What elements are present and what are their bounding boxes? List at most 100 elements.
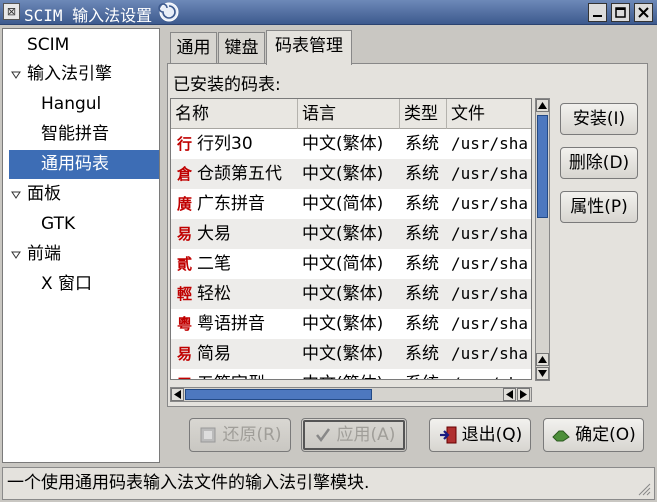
cell-type: 系统	[405, 314, 439, 334]
restore-label: 还原(R)	[222, 425, 282, 445]
scroll-left-icon[interactable]	[171, 388, 184, 401]
window-menu-icon[interactable]: ⊠	[3, 3, 20, 20]
table-icon: 輕	[177, 285, 193, 303]
tree-item-gtk[interactable]: GTK	[41, 210, 75, 239]
installed-tables-label: 已安装的码表:	[173, 75, 281, 95]
cell-file: /usr/sha	[451, 314, 529, 333]
table-icon: 易	[177, 225, 193, 243]
tab-general[interactable]: 通用	[170, 32, 217, 64]
table-icon: 廣	[177, 195, 193, 213]
horizontal-scrollbar[interactable]	[170, 387, 532, 402]
cell-name: 粤语拼音	[197, 314, 265, 334]
cell-language: 中文(繁体)	[302, 284, 384, 304]
table-row[interactable]: 易大易 中文(繁体) 系统/usr/sha	[171, 219, 531, 249]
tree-item-hangul[interactable]: Hangul	[41, 90, 101, 119]
column-header-type[interactable]: 类型	[400, 99, 447, 129]
cell-language: 中文(简体)	[302, 254, 384, 274]
status-bar: 一个使用通用码表输入法文件的输入法引擎模块.	[2, 467, 655, 500]
tab-table-management[interactable]: 码表管理	[266, 30, 352, 65]
cell-file: /usr/sha	[451, 254, 529, 273]
minimize-button[interactable]	[588, 3, 607, 22]
close-button[interactable]	[634, 3, 653, 22]
table-icon: 貳	[177, 255, 193, 273]
restore-button[interactable]: 还原(R)	[189, 418, 291, 452]
column-header-language[interactable]: 语言	[298, 99, 400, 129]
expander-down-icon[interactable]	[11, 250, 21, 260]
cell-language: 中文(繁体)	[302, 224, 384, 244]
table-row[interactable]: 貳二笔 中文(简体) 系统/usr/sha	[171, 249, 531, 279]
table-row[interactable]: 五五笔字型中文(简体) 系统/usr/sha	[171, 369, 531, 379]
ok-label: 确定(O)	[575, 425, 636, 445]
tree-item-generic-table[interactable]: 通用码表	[9, 150, 159, 179]
checkmark-icon	[313, 425, 333, 445]
revert-icon	[198, 425, 218, 445]
scroll-left-icon[interactable]	[503, 388, 516, 401]
ok-button[interactable]: 确定(O)	[543, 418, 644, 452]
cell-name: 仓颉第五代	[197, 164, 282, 184]
title-bar[interactable]: ⊠ SCIM 输入法设置	[0, 0, 657, 25]
cell-type: 系统	[405, 254, 439, 274]
maximize-button[interactable]	[611, 3, 630, 22]
cell-file: /usr/sha	[451, 224, 529, 243]
scroll-up-icon[interactable]	[536, 353, 549, 366]
cell-language: 中文(简体)	[302, 194, 384, 214]
table-icon: 五	[177, 369, 195, 379]
tree-item-frontend[interactable]: 前端	[27, 240, 61, 269]
table-row[interactable]: 廣广东拼音 中文(简体) 系统/usr/sha	[171, 189, 531, 219]
settings-tree[interactable]: SCIM 输入法引擎 Hangul 智能拼音 通用码表 面板 GTK 前端 X …	[2, 28, 160, 463]
table-row[interactable]: 倉仓颉第五代 中文(繁体) 系统/usr/sha	[171, 159, 531, 189]
tree-item-smart-pinyin[interactable]: 智能拼音	[41, 120, 109, 149]
cell-name: 行列30	[197, 134, 253, 154]
cell-file: /usr/sha	[451, 369, 531, 379]
tables-list[interactable]: 名称 语言 类型 文件 行行列30 中文(繁体) 系统/usr/sha 倉仓颉第五代中…	[170, 98, 532, 380]
delete-button[interactable]: 删除(D)	[560, 147, 638, 179]
cell-language: 中文(繁体)	[302, 134, 384, 154]
window-title: SCIM 输入法设置	[24, 6, 153, 25]
table-icon: 易	[177, 345, 193, 363]
table-row[interactable]: 輕轻松 中文(繁体) 系统/usr/sha	[171, 279, 531, 309]
horizontal-scroll-thumb[interactable]	[185, 389, 372, 400]
vertical-scroll-thumb[interactable]	[537, 115, 548, 218]
scroll-right-icon[interactable]	[517, 388, 530, 401]
table-icon: 行	[177, 135, 193, 153]
resize-grip-icon[interactable]	[635, 480, 651, 496]
expander-down-icon[interactable]	[11, 70, 21, 80]
cell-language: 中文(繁体)	[302, 344, 384, 364]
apply-button[interactable]: 应用(A)	[301, 418, 407, 452]
cell-type: 系统	[405, 224, 439, 244]
table-row[interactable]: 粵粤语拼音 中文(繁体) 系统/usr/sha	[171, 309, 531, 339]
column-header-name[interactable]: 名称	[171, 99, 298, 129]
cell-type: 系统	[405, 284, 439, 304]
exit-icon	[438, 425, 458, 445]
quit-button[interactable]: 退出(Q)	[429, 418, 531, 452]
quit-label: 退出(Q)	[461, 425, 523, 445]
column-header-file[interactable]: 文件	[447, 99, 531, 129]
scroll-up-icon[interactable]	[536, 99, 549, 112]
table-icon: 粵	[177, 315, 193, 333]
close-icon	[638, 7, 649, 18]
cell-type: 系统	[405, 134, 439, 154]
cell-language: 中文(简体)	[302, 369, 400, 379]
properties-button[interactable]: 属性(P)	[560, 191, 638, 223]
swirl-icon	[158, 2, 179, 22]
tree-item-panel[interactable]: 面板	[27, 180, 61, 209]
table-row[interactable]: 行行列30 中文(繁体) 系统/usr/sha	[171, 129, 531, 159]
tree-item-input-engine[interactable]: 输入法引擎	[27, 60, 112, 89]
table-row[interactable]: 易简易 中文(繁体) 系统/usr/sha	[171, 339, 531, 369]
cell-name: 二笔	[197, 254, 231, 274]
tree-item-x-window[interactable]: X 窗口	[41, 270, 92, 299]
cell-file: /usr/sha	[451, 194, 529, 213]
cell-name: 大易	[197, 224, 231, 244]
expander-down-icon[interactable]	[11, 190, 21, 200]
cell-type: 系统	[405, 369, 447, 379]
cell-name: 简易	[197, 344, 231, 364]
tree-item-scim[interactable]: SCIM	[27, 31, 69, 60]
ok-hand-icon	[551, 425, 571, 445]
tab-keyboard[interactable]: 键盘	[218, 32, 265, 64]
scroll-down-icon[interactable]	[536, 367, 549, 380]
table-icon: 倉	[177, 165, 193, 183]
install-button[interactable]: 安装(I)	[560, 103, 638, 135]
vertical-scrollbar[interactable]	[535, 98, 550, 381]
status-text: 一个使用通用码表输入法文件的输入法引擎模块.	[7, 473, 370, 493]
maximize-icon	[615, 7, 626, 18]
